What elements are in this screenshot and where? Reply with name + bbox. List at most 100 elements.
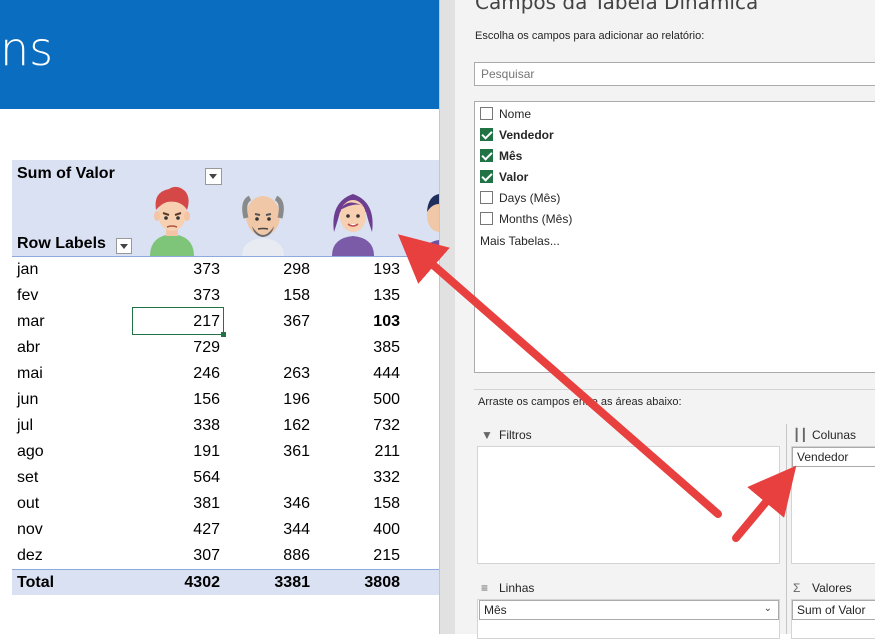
- checkbox-checked[interactable]: [480, 170, 493, 183]
- search-input[interactable]: [474, 62, 875, 86]
- cell-value-1[interactable]: 191: [193, 443, 220, 461]
- values-chip-label: Sum of Valor: [797, 603, 866, 617]
- row-label[interactable]: fev: [17, 287, 38, 305]
- values-area-label: Valores: [812, 581, 852, 595]
- row-label[interactable]: nov: [17, 521, 43, 539]
- chevron-down-icon: [209, 174, 217, 179]
- cell-value-2[interactable]: 886: [283, 547, 310, 565]
- rows-chip-label: Mês: [484, 603, 507, 617]
- pane-splitter[interactable]: [439, 0, 455, 634]
- field-label: Vendedor: [499, 128, 554, 142]
- row-filter-dropdown[interactable]: [116, 238, 132, 254]
- columns-field-chip[interactable]: Vendedor: [792, 447, 875, 467]
- cell-value-2[interactable]: 196: [283, 391, 310, 409]
- table-row: dez 307 886 215: [12, 543, 439, 569]
- cell-value-3[interactable]: 193: [373, 261, 400, 279]
- cell-value-2[interactable]: 158: [283, 287, 310, 305]
- table-row: jul 338 162 732: [12, 413, 439, 439]
- cell-value-3[interactable]: 135: [373, 287, 400, 305]
- row-label[interactable]: mar: [17, 313, 45, 331]
- grand-total-row: Total 4302 3381 3808: [12, 569, 439, 595]
- cell-value-3[interactable]: 215: [373, 547, 400, 565]
- table-row: ago 191 361 211: [12, 439, 439, 465]
- cell-value-1[interactable]: 338: [193, 417, 220, 435]
- cell-value-3[interactable]: 444: [373, 365, 400, 383]
- cell-value-2[interactable]: 344: [283, 521, 310, 539]
- cell-value-1[interactable]: 307: [193, 547, 220, 565]
- row-label[interactable]: abr: [17, 339, 40, 357]
- column-filter-dropdown[interactable]: [205, 168, 222, 185]
- table-row: jan 373 298 193: [12, 257, 439, 283]
- row-label[interactable]: jun: [17, 391, 38, 409]
- rows-icon: ≡: [481, 581, 489, 595]
- cell-value-1[interactable]: 564: [193, 469, 220, 487]
- row-label[interactable]: dez: [17, 547, 43, 565]
- filters-drop-area[interactable]: [477, 446, 780, 564]
- choose-fields-text: Escolha os campos para adicionar ao rela…: [475, 30, 705, 42]
- table-row: jun 156 196 500: [12, 387, 439, 413]
- active-cell-selection[interactable]: [132, 307, 224, 335]
- pivot-header: Sum of Valor Row Labels: [12, 160, 439, 257]
- table-row: nov 427 344 400: [12, 517, 439, 543]
- checkbox[interactable]: [480, 212, 493, 225]
- cell-value-2[interactable]: 346: [283, 495, 310, 513]
- total-value-1: 4302: [184, 574, 220, 591]
- cell-value-1[interactable]: 246: [193, 365, 220, 383]
- cell-value-2[interactable]: 263: [283, 365, 310, 383]
- cell-value-2[interactable]: 367: [283, 313, 310, 331]
- total-value-3: 3808: [364, 574, 400, 591]
- cell-value-3[interactable]: 103: [373, 313, 400, 331]
- checkbox-checked[interactable]: [480, 149, 493, 162]
- table-row: abr 729 385: [12, 335, 439, 361]
- drag-fields-text: Arraste os campos entre as áreas abaixo:: [478, 396, 682, 408]
- row-labels-header: Row Labels: [17, 235, 106, 252]
- values-field-chip[interactable]: Sum of Valor: [792, 600, 875, 620]
- cell-value-3[interactable]: 732: [373, 417, 400, 435]
- cell-value-2[interactable]: 162: [283, 417, 310, 435]
- divider: [474, 389, 875, 390]
- salesperson-avatar-3: [332, 194, 374, 256]
- cell-value-2[interactable]: 361: [283, 443, 310, 461]
- cell-value-2[interactable]: 298: [283, 261, 310, 279]
- field-label: Valor: [499, 170, 529, 184]
- cell-value-3[interactable]: 400: [373, 521, 400, 539]
- banner-title: ns: [0, 22, 54, 76]
- table-row: mai 246 263 444: [12, 361, 439, 387]
- cell-value-1[interactable]: 729: [193, 339, 220, 357]
- row-label[interactable]: ago: [17, 443, 44, 461]
- cell-value-1[interactable]: 156: [193, 391, 220, 409]
- filters-area-label: Filtros: [499, 428, 532, 442]
- checkbox[interactable]: [480, 107, 493, 120]
- field-list: Nome Vendedor Mês Valor Days (Mês) Months (Mê…: [474, 101, 875, 373]
- pivot-table: Sum of Valor Row Labels jan 373 298 193 …: [12, 160, 439, 595]
- cell-value-1[interactable]: 373: [193, 287, 220, 305]
- cell-value-1[interactable]: 427: [193, 521, 220, 539]
- checkbox-checked[interactable]: [480, 128, 493, 141]
- salesperson-avatar-2: [242, 195, 284, 256]
- chevron-down-icon[interactable]: ⌄: [764, 603, 772, 614]
- cell-value-1[interactable]: 373: [193, 261, 220, 279]
- row-label[interactable]: out: [17, 495, 39, 513]
- table-row: set 564 332: [12, 465, 439, 491]
- cell-value-3[interactable]: 500: [373, 391, 400, 409]
- cell-value-3[interactable]: 332: [373, 469, 400, 487]
- more-tables-link[interactable]: Mais Tabelas...: [480, 234, 560, 248]
- cell-value-1[interactable]: 381: [193, 495, 220, 513]
- cell-value-3[interactable]: 158: [373, 495, 400, 513]
- fill-handle[interactable]: [221, 332, 226, 337]
- salesperson-avatar-4: [422, 194, 439, 256]
- total-label: Total: [17, 574, 55, 591]
- cell-value-3[interactable]: 211: [374, 443, 400, 461]
- field-label: Days (Mês): [499, 191, 561, 205]
- checkbox[interactable]: [480, 191, 493, 204]
- title-banner: ns: [0, 0, 439, 109]
- field-label: Nome: [499, 107, 532, 121]
- pivot-value-title: Sum of Valor: [17, 165, 115, 182]
- row-label[interactable]: set: [17, 469, 38, 487]
- rows-area-label: Linhas: [499, 581, 535, 595]
- row-label[interactable]: jan: [17, 261, 38, 279]
- cell-value-3[interactable]: 385: [373, 339, 400, 357]
- row-label[interactable]: jul: [17, 417, 33, 435]
- row-label[interactable]: mai: [17, 365, 43, 383]
- rows-field-chip[interactable]: Mês ⌄: [479, 600, 779, 620]
